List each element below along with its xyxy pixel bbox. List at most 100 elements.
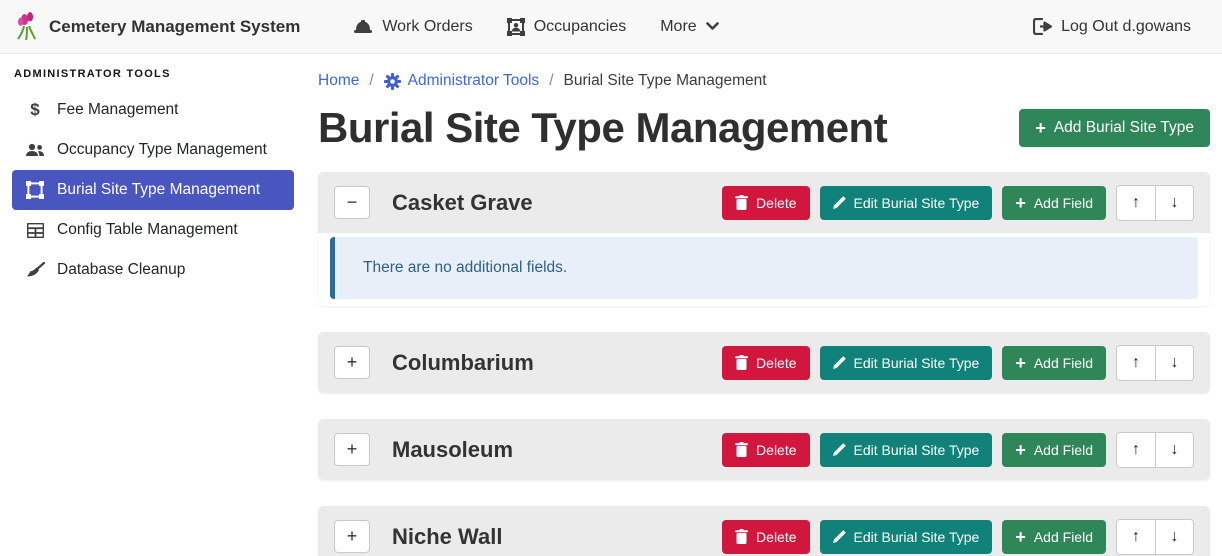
- trash-icon: [735, 355, 748, 370]
- move-up-button[interactable]: ↑: [1117, 433, 1155, 467]
- pencil-icon: [833, 530, 846, 543]
- move-down-button[interactable]: ↓: [1155, 186, 1193, 220]
- add-field-button[interactable]: + Add Field: [1002, 186, 1106, 220]
- pencil-icon: [833, 443, 846, 456]
- breadcrumb-home-link[interactable]: Home: [318, 72, 359, 90]
- breadcrumb-admin-tools-label: Administrator Tools: [408, 72, 540, 90]
- nav-more-label: More: [660, 18, 696, 36]
- chevron-down-icon: [706, 22, 719, 31]
- panel-actions: Delete Edit Burial Site Type + Add Field…: [722, 185, 1194, 221]
- sidebar-item-config-table-management[interactable]: Config Table Management: [12, 210, 294, 250]
- reorder-button-group: ↑ ↓: [1116, 519, 1194, 555]
- brand-title: Cemetery Management System: [49, 17, 300, 37]
- trash-icon: [735, 442, 748, 457]
- edit-burial-site-type-button[interactable]: Edit Burial Site Type: [820, 186, 993, 220]
- title-row: Burial Site Type Management + Add Burial…: [318, 104, 1210, 152]
- no-fields-alert: There are no additional fields.: [330, 237, 1198, 299]
- panel-header: + Niche Wall Delete Edit Burial Site Typ…: [318, 506, 1210, 556]
- plus-icon: +: [1035, 119, 1046, 137]
- move-up-button[interactable]: ↑: [1117, 520, 1155, 554]
- collapse-toggle-button[interactable]: −: [334, 186, 370, 219]
- sidebar-heading: ADMINISTRATOR TOOLS: [12, 68, 294, 80]
- add-field-button[interactable]: + Add Field: [1002, 433, 1106, 467]
- users-icon: [22, 143, 48, 157]
- nav-work-orders[interactable]: Work Orders: [336, 0, 489, 54]
- sidebar-item-label: Config Table Management: [57, 221, 238, 239]
- move-up-button[interactable]: ↑: [1117, 346, 1155, 380]
- delete-button[interactable]: Delete: [722, 346, 809, 380]
- edit-label: Edit Burial Site Type: [854, 195, 980, 211]
- panel-header: + Columbarium Delete Edit Burial Site Ty…: [318, 332, 1210, 393]
- breadcrumb-current: Burial Site Type Management: [564, 72, 767, 90]
- expand-toggle-button[interactable]: +: [334, 520, 370, 553]
- expand-toggle-button[interactable]: +: [334, 433, 370, 466]
- add-burial-site-type-button[interactable]: + Add Burial Site Type: [1019, 109, 1210, 147]
- move-down-button[interactable]: ↓: [1155, 346, 1193, 380]
- delete-label: Delete: [756, 529, 796, 545]
- panel-actions: Delete Edit Burial Site Type + Add Field…: [722, 519, 1194, 555]
- delete-button[interactable]: Delete: [722, 520, 809, 554]
- edit-burial-site-type-button[interactable]: Edit Burial Site Type: [820, 520, 993, 554]
- panel-niche-wall: + Niche Wall Delete Edit Burial Site Typ…: [318, 506, 1210, 556]
- dollar-icon: $: [22, 100, 48, 120]
- page-title: Burial Site Type Management: [318, 104, 887, 152]
- move-down-button[interactable]: ↓: [1155, 433, 1193, 467]
- panel-actions: Delete Edit Burial Site Type + Add Field…: [722, 345, 1194, 381]
- trash-icon: [735, 529, 748, 544]
- panel-casket-grave: − Casket Grave Delete Edit Burial Site T…: [318, 172, 1210, 306]
- plus-icon: +: [1015, 354, 1026, 372]
- expand-toggle-button[interactable]: +: [334, 346, 370, 379]
- pencil-icon: [833, 196, 846, 209]
- panel-body: There are no additional fields.: [318, 233, 1210, 306]
- nav-occupancies-label: Occupancies: [534, 18, 627, 36]
- panel-mausoleum: + Mausoleum Delete Edit Burial Site Type…: [318, 419, 1210, 480]
- panel-title: Niche Wall: [392, 524, 722, 550]
- reorder-button-group: ↑ ↓: [1116, 345, 1194, 381]
- breadcrumb-separator: /: [549, 72, 553, 90]
- sidebar-item-label: Fee Management: [57, 101, 179, 119]
- vector-square-icon: [22, 181, 48, 199]
- add-field-button[interactable]: + Add Field: [1002, 520, 1106, 554]
- sidebar-item-label: Database Cleanup: [57, 261, 185, 279]
- sidebar-item-fee-management[interactable]: $ Fee Management: [12, 90, 294, 130]
- add-field-label: Add Field: [1034, 442, 1093, 458]
- delete-button[interactable]: Delete: [722, 186, 809, 220]
- nav-more[interactable]: More: [643, 0, 735, 54]
- logout-label: Log Out d.gowans: [1061, 18, 1191, 36]
- pencil-icon: [833, 356, 846, 369]
- reorder-button-group: ↑ ↓: [1116, 432, 1194, 468]
- sidebar-item-database-cleanup[interactable]: Database Cleanup: [12, 250, 294, 290]
- move-up-button[interactable]: ↑: [1117, 186, 1155, 220]
- add-field-label: Add Field: [1034, 529, 1093, 545]
- brand[interactable]: Cemetery Management System: [14, 12, 300, 42]
- edit-label: Edit Burial Site Type: [854, 529, 980, 545]
- breadcrumb-admin-tools-link[interactable]: Administrator Tools: [384, 72, 540, 90]
- edit-burial-site-type-button[interactable]: Edit Burial Site Type: [820, 433, 993, 467]
- plus-icon: +: [1015, 528, 1026, 546]
- add-field-button[interactable]: + Add Field: [1002, 346, 1106, 380]
- panel-header: + Mausoleum Delete Edit Burial Site Type…: [318, 419, 1210, 480]
- panel-columbarium: + Columbarium Delete Edit Burial Site Ty…: [318, 332, 1210, 393]
- nav-work-orders-label: Work Orders: [382, 18, 472, 36]
- breadcrumb: Home /: [318, 72, 1210, 90]
- delete-button[interactable]: Delete: [722, 433, 809, 467]
- sidebar: ADMINISTRATOR TOOLS $ Fee Management Occ…: [0, 54, 306, 556]
- panel-title: Mausoleum: [392, 437, 722, 463]
- plus-icon: +: [1015, 441, 1026, 459]
- panel-title: Columbarium: [392, 350, 722, 376]
- main-content: Home /: [306, 54, 1222, 556]
- delete-label: Delete: [756, 355, 796, 371]
- broom-icon: [22, 262, 48, 278]
- nav-occupancies[interactable]: Occupancies: [490, 0, 644, 54]
- sidebar-item-burial-site-type-management[interactable]: Burial Site Type Management: [12, 170, 294, 210]
- move-down-button[interactable]: ↓: [1155, 520, 1193, 554]
- delete-label: Delete: [756, 442, 796, 458]
- edit-burial-site-type-button[interactable]: Edit Burial Site Type: [820, 346, 993, 380]
- occupancy-frame-icon: [507, 18, 525, 36]
- sidebar-item-occupancy-type-management[interactable]: Occupancy Type Management: [12, 130, 294, 170]
- plus-icon: +: [1015, 194, 1026, 212]
- add-field-label: Add Field: [1034, 195, 1093, 211]
- trash-icon: [735, 195, 748, 210]
- add-field-label: Add Field: [1034, 355, 1093, 371]
- logout-link[interactable]: Log Out d.gowans: [1016, 0, 1208, 54]
